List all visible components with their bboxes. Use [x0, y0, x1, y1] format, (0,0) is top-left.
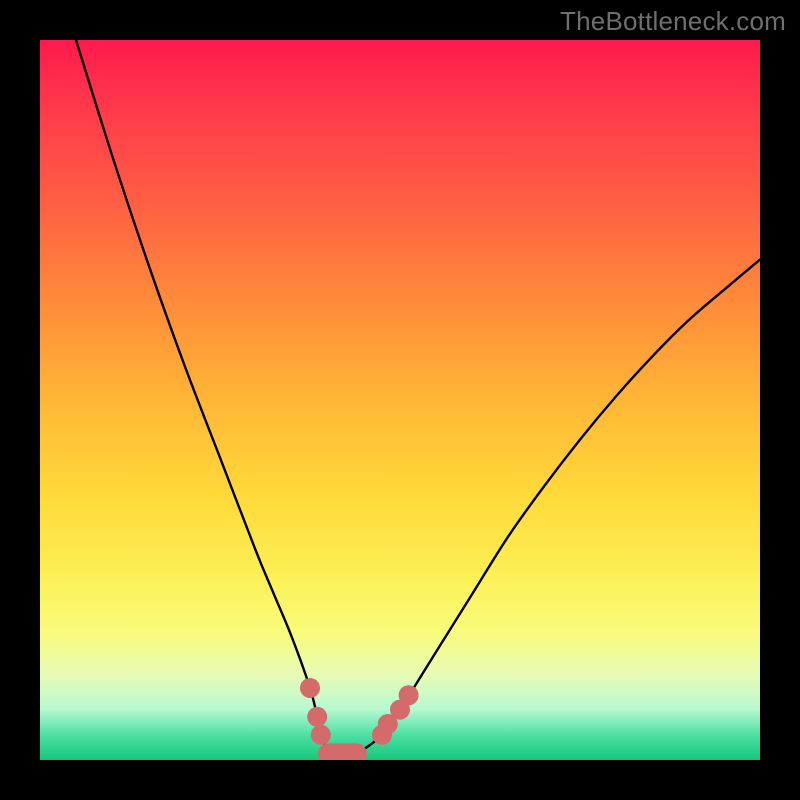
marker-dot — [300, 678, 320, 698]
marker-dot — [311, 725, 331, 745]
marker-dot — [399, 685, 419, 705]
plot-area — [40, 40, 760, 760]
chart-frame: TheBottleneck.com — [0, 0, 800, 800]
marker-dot — [307, 707, 327, 727]
marker-right-cluster — [372, 685, 419, 745]
bottleneck-curve — [76, 40, 760, 755]
marker-left-cluster — [300, 678, 331, 745]
bottleneck-curve-svg — [40, 40, 760, 760]
watermark-text: TheBottleneck.com — [560, 6, 786, 37]
